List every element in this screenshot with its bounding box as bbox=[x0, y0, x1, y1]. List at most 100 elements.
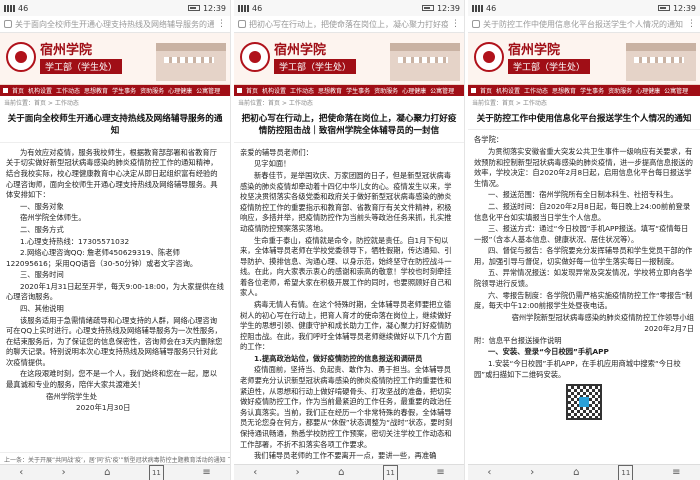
building-image bbox=[626, 43, 696, 81]
tabs-count-button[interactable]: 11 bbox=[148, 464, 164, 480]
address-bar[interactable]: 把初心写在行动上，把使命落在岗位上，凝心聚力打好疫情防控阻击战 ⋮ bbox=[234, 16, 464, 33]
browser-toolbar: ‹ › ⌂ 11 ≡ bbox=[0, 464, 230, 480]
phone-screen-1: 46 12:39 关于面向全校师生开通心理支持热线及网络辅导服务的通知 ⋮ 宿州… bbox=[0, 0, 231, 480]
home-button-icon[interactable]: ⌂ bbox=[104, 466, 110, 480]
forward-icon[interactable]: › bbox=[62, 466, 66, 480]
date: 2020年2月7日 bbox=[644, 324, 694, 334]
paragraph: 2.网络心理咨询QQ: 詹老师450629319、陈老师122095616；采用… bbox=[6, 248, 198, 268]
tabs-count-button[interactable]: 11 bbox=[382, 464, 398, 480]
menu-icon[interactable]: ≡ bbox=[436, 466, 444, 480]
url-text[interactable]: 关于面向全校师生开通心理支持热线及网络辅导服务的通知 bbox=[15, 19, 214, 30]
paragraph: 我们辅导员老师的工作不要离开一点，要讲一些，再准确 bbox=[254, 451, 437, 461]
status-bar: 46 12:39 bbox=[468, 0, 700, 16]
site-subtitle: 学工部（学生处） bbox=[274, 59, 357, 74]
menu-icon[interactable]: ≡ bbox=[202, 466, 210, 480]
signature: 宿州学院新型冠状病毒感染的肺炎疫情防控工作领导小组 bbox=[511, 312, 694, 322]
more-icon[interactable]: ⋮ bbox=[217, 19, 226, 29]
nav-item[interactable]: 机构设置 bbox=[262, 86, 286, 95]
nav-item[interactable]: 公寓管理 bbox=[430, 86, 454, 95]
nav-item[interactable]: 资助服务 bbox=[608, 86, 632, 95]
main-nav: 首页 机构设置 工作动态 思想教育 学生事务 资助服务 心理健康 公寓管理 bbox=[234, 85, 464, 96]
signal-icon bbox=[472, 4, 483, 12]
article-body: 亲爱的辅导员老师们： 见字如面！ 新春佳节，是举国欢庆、万家团圆的日子，但是新型… bbox=[234, 143, 464, 462]
paragraph: 该服务适用于急需情绪疏导和心理支持的人群，网络心理咨询可在QQ上实时进行。心理支… bbox=[6, 315, 223, 367]
status-bar: 46 12:39 bbox=[0, 0, 230, 16]
paragraph: 2020年1月31日起至开学，每天9:00-18:00，为大家提供在线心理咨询服… bbox=[6, 281, 224, 302]
article-body: 为有效应对疫情，服务我校师生，根据教育部部署和省教育厅关于切实做好新型冠状病毒感… bbox=[0, 143, 230, 414]
paragraph: 四、其他说明 bbox=[20, 304, 64, 313]
school-logo bbox=[6, 42, 36, 72]
address-bar[interactable]: 关于防控工作中使用信息化平台报送学生个人情况的通知 ⋮ bbox=[468, 16, 700, 33]
nav-item[interactable]: 资助服务 bbox=[140, 86, 164, 95]
paragraph: 在这段艰难时刻，您不是一个人，我们始终和您在一起，愿以最真诚和专业的服务，陪伴大… bbox=[6, 369, 218, 390]
nav-item[interactable]: 思想教育 bbox=[552, 86, 576, 95]
paragraph: 五、异常情况报送：如发现异常及突发情况，学校将立即向各学院领导进行反馈。 bbox=[474, 268, 693, 288]
nav-item[interactable]: 首页 bbox=[12, 86, 24, 95]
section-heading: 1.提高政治站位，做好疫情防控的信息报送和调研员 bbox=[254, 353, 423, 363]
lock-icon bbox=[4, 20, 12, 28]
site-banner: 宿州学院 学工部（学生处） bbox=[0, 33, 230, 85]
network-label: 46 bbox=[252, 3, 263, 13]
address-bar[interactable]: 关于面向全校师生开通心理支持热线及网络辅导服务的通知 ⋮ bbox=[0, 16, 230, 33]
nav-item[interactable]: 首页 bbox=[480, 86, 492, 95]
breadcrumb: 当前位置：首页 > 工作动态 bbox=[4, 100, 79, 107]
nav-item[interactable]: 心理健康 bbox=[402, 86, 426, 95]
building-image bbox=[390, 43, 460, 81]
site-name: 宿州学院 bbox=[274, 43, 327, 58]
nav-item[interactable]: 学生事务 bbox=[580, 86, 604, 95]
nav-item[interactable]: 心理健康 bbox=[636, 86, 660, 95]
battery-icon bbox=[187, 5, 200, 11]
nav-item[interactable]: 心理健康 bbox=[168, 86, 192, 95]
nav-item[interactable]: 机构设置 bbox=[28, 86, 52, 95]
back-icon[interactable]: ‹ bbox=[19, 466, 23, 480]
nav-item[interactable]: 公寓管理 bbox=[196, 86, 220, 95]
home-icon[interactable] bbox=[471, 88, 476, 93]
nav-item[interactable]: 学生事务 bbox=[112, 86, 136, 95]
more-icon[interactable]: ⋮ bbox=[451, 19, 460, 29]
home-button-icon[interactable]: ⌂ bbox=[338, 466, 344, 480]
article-title: 把初心写在行动上，把使命落在岗位上，凝心聚力打好疫情防控阻击战｜致宿州学院全体辅… bbox=[234, 107, 464, 143]
forward-icon[interactable]: › bbox=[296, 466, 300, 480]
article-title: 关于面向全校师生开通心理支持热线及网络辅导服务的通知 bbox=[0, 107, 230, 143]
url-text[interactable]: 关于防控工作中使用信息化平台报送学生个人情况的通知 bbox=[483, 19, 684, 30]
paragraph: 1.安装“今日校园”手机APP，在手机应用商城中搜索“今日校园”或扫描如下二维码… bbox=[474, 359, 681, 379]
nav-item[interactable]: 思想教育 bbox=[84, 86, 108, 95]
paragraph: 三、报送方式：通过“今日校园”手机APP报送。填写“疫情每日一报”（含本人基本信… bbox=[474, 224, 689, 244]
signal-icon bbox=[4, 4, 15, 12]
article-body: 各学院： 为贯彻落实安徽省重大突发公共卫生事件一级响应有关要求，有效预防和控制新… bbox=[468, 130, 700, 421]
forward-icon[interactable]: › bbox=[530, 466, 534, 480]
clock: 12:39 bbox=[436, 3, 460, 13]
tabs-count-button[interactable]: 11 bbox=[618, 464, 634, 480]
nav-item[interactable]: 工作动态 bbox=[56, 86, 80, 95]
url-text[interactable]: 把初心写在行动上，把使命落在岗位上，凝心聚力打好疫情防控阻击战 bbox=[249, 19, 448, 30]
clock: 12:39 bbox=[202, 3, 226, 13]
nav-item[interactable]: 公寓管理 bbox=[664, 86, 688, 95]
paragraph: 三、服务时间 bbox=[20, 270, 64, 280]
nav-item[interactable]: 学生事务 bbox=[346, 86, 370, 95]
prev-next-links[interactable]: 上一条：关于开展“共同战‘疫’，居‘同’抗‘疫’”新型冠状病毒防控主题教育活动的… bbox=[0, 452, 230, 464]
back-icon[interactable]: ‹ bbox=[253, 466, 257, 480]
nav-item[interactable]: 资助服务 bbox=[374, 86, 398, 95]
paragraph: 六、零报告制度：各学院仍需严格实施疫情防控工作“零报告”制度，每天中午12:00… bbox=[474, 290, 693, 311]
more-icon[interactable]: ⋮ bbox=[687, 19, 696, 29]
nav-item[interactable]: 思想教育 bbox=[318, 86, 342, 95]
nav-item[interactable]: 工作动态 bbox=[290, 86, 314, 95]
network-label: 46 bbox=[486, 3, 497, 13]
school-logo bbox=[240, 42, 270, 72]
home-icon[interactable] bbox=[3, 88, 8, 93]
site-subtitle: 学工部（学生处） bbox=[508, 59, 591, 74]
nav-item[interactable]: 首页 bbox=[246, 86, 258, 95]
nav-item[interactable]: 机构设置 bbox=[496, 86, 520, 95]
paragraph: 宿州学院全体师生。 bbox=[20, 213, 86, 223]
menu-icon[interactable]: ≡ bbox=[672, 466, 680, 480]
clock: 12:39 bbox=[672, 3, 696, 13]
back-icon[interactable]: ‹ bbox=[487, 466, 491, 480]
date: 2020年1月30日 bbox=[76, 403, 131, 413]
paragraph: 1.心理支持热线：17305571032 bbox=[20, 236, 130, 246]
lock-icon bbox=[472, 20, 480, 28]
nav-item[interactable]: 工作动态 bbox=[524, 86, 548, 95]
phone-screen-2: 46 12:39 把初心写在行动上，把使命落在岗位上，凝心聚力打好疫情防控阻击战… bbox=[234, 0, 465, 480]
battery-icon bbox=[421, 5, 434, 11]
home-icon[interactable] bbox=[237, 88, 242, 93]
home-button-icon[interactable]: ⌂ bbox=[573, 466, 579, 480]
